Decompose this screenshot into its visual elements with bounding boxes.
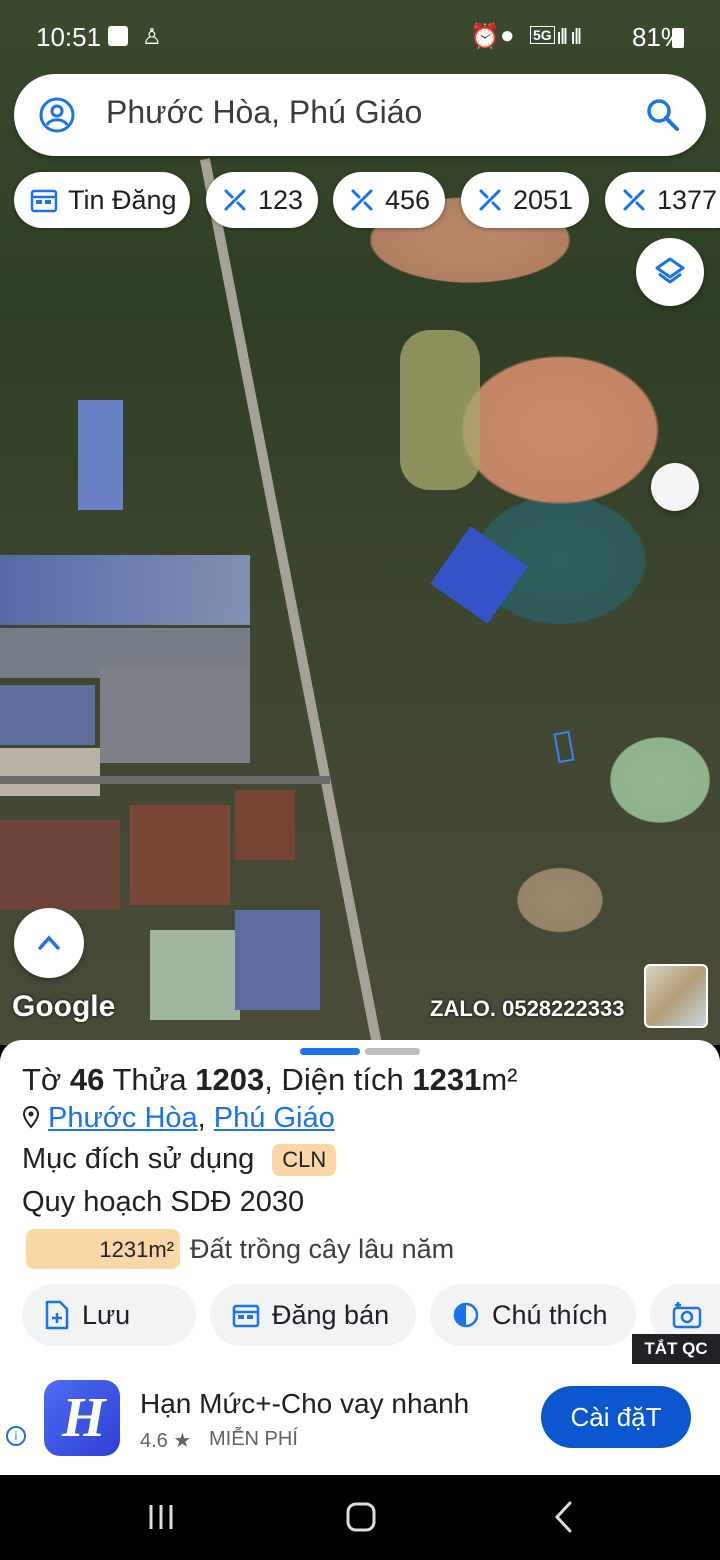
status-bar: 10:51 ♙ ⏰ ● 5G ıll ıll 81%: [0, 0, 720, 72]
chip-456[interactable]: 456: [333, 172, 445, 228]
system-nav-bar: [0, 1476, 720, 1560]
ruler-icon: [224, 189, 246, 211]
search-bar[interactable]: Phước Hòa, Phú Giáo: [14, 74, 706, 156]
chip-label: Tin Đăng: [68, 184, 177, 215]
map-field: [235, 790, 295, 860]
layers-icon: [655, 257, 685, 284]
map-handle-button[interactable]: [651, 463, 699, 511]
chevron-up-icon: [38, 935, 60, 950]
contrast-icon: [453, 1302, 479, 1328]
signal-icon: ıll ıll: [556, 24, 582, 49]
layers-button[interactable]: [636, 238, 704, 306]
search-icon[interactable]: [646, 98, 680, 132]
account-icon[interactable]: [38, 96, 76, 134]
map-field: [130, 805, 230, 905]
parcel-plot-number: 1203: [195, 1062, 265, 1097]
recent-apps-icon[interactable]: [146, 1502, 176, 1532]
notification-app-icon: ♙: [142, 24, 162, 49]
chip-tin-dang[interactable]: Tin Đăng: [14, 172, 190, 228]
post-for-sale-button[interactable]: Đăng bán: [210, 1284, 416, 1346]
land-purpose: Mục đích sử dụng CLN: [22, 1143, 337, 1177]
sheet-handle[interactable]: [365, 1048, 420, 1055]
ad-price: MIỄN PHÍ: [209, 1428, 298, 1450]
map-building: [78, 400, 123, 510]
parcel-sheet-number: 46: [69, 1062, 105, 1097]
district-link[interactable]: Phú Giáo: [214, 1102, 335, 1134]
map-building: [0, 685, 95, 745]
legend-button[interactable]: Chú thích: [430, 1284, 636, 1346]
map-building: [0, 748, 100, 796]
chip-label: 123: [258, 184, 304, 215]
calendar-icon: [232, 1304, 260, 1328]
chip-label: 456: [385, 184, 431, 215]
notification-check-icon: [108, 26, 128, 46]
parcel-title: Tờ 46 Thửa 1203, Diện tích 1231m²: [22, 1062, 518, 1097]
location-pin-icon: [22, 1105, 40, 1129]
google-watermark: Google: [12, 990, 116, 1023]
satellite-map[interactable]: [0, 0, 720, 1045]
hide-ads-button[interactable]: TẮT QC: [632, 1334, 720, 1364]
status-time: 10:51: [36, 22, 102, 52]
ruler-icon: [623, 189, 645, 211]
ruler-icon: [479, 189, 501, 211]
map-road: [0, 776, 330, 784]
ad-banner[interactable]: H Hạn Mức+-Cho vay nhanh 4.6 ★ MIỄN PHÍ …: [0, 1360, 720, 1475]
map-building: [235, 910, 320, 1010]
ward-link[interactable]: Phước Hòa: [48, 1102, 198, 1134]
plan-area-bar: 1231m²: [26, 1229, 180, 1269]
sheet-handle-active[interactable]: [300, 1048, 360, 1055]
chip-label: 2051: [513, 184, 574, 215]
chip-1377[interactable]: 1377: [605, 172, 720, 228]
location-icon: ●: [500, 22, 515, 49]
chip-123[interactable]: 123: [206, 172, 318, 228]
ad-install-button[interactable]: Cài đặT: [541, 1386, 691, 1448]
camera-add-icon: [672, 1302, 702, 1329]
purpose-code-badge: CLN: [272, 1144, 337, 1177]
expand-up-button[interactable]: [14, 908, 84, 978]
map-field: [400, 330, 480, 490]
ruler-icon: [351, 189, 373, 211]
parcel-area: 1231: [412, 1062, 482, 1097]
alarm-icon: ⏰: [470, 23, 500, 50]
zalo-contact: ZALO. 0528222333: [430, 996, 625, 1021]
save-button[interactable]: Lưu: [22, 1284, 196, 1346]
ad-app-name[interactable]: Hạn Mức+-Cho vay nhanh: [140, 1388, 469, 1420]
search-query[interactable]: Phước Hòa, Phú Giáo: [106, 94, 422, 131]
map-building: [100, 668, 250, 763]
map-field: [0, 820, 120, 910]
ad-app-icon[interactable]: H: [44, 1380, 120, 1456]
selected-parcel-outline[interactable]: [553, 730, 575, 764]
h-logo-icon: H: [62, 1387, 106, 1449]
plan-description: Đất trồng cây lâu năm: [190, 1234, 455, 1264]
map-building: [430, 526, 528, 624]
back-icon[interactable]: [552, 1500, 574, 1534]
calendar-icon: [30, 189, 58, 213]
plan-label: Quy hoạch SDĐ 2030: [22, 1186, 305, 1218]
map-building: [150, 930, 240, 1020]
ad-rating: 4.6 ★: [140, 1430, 192, 1452]
map-building: [0, 555, 250, 625]
street-view-thumbnail[interactable]: [644, 964, 708, 1028]
ad-info-icon[interactable]: i: [6, 1426, 26, 1446]
chip-2051[interactable]: 2051: [461, 172, 589, 228]
chip-label: 1377: [657, 184, 718, 215]
add-file-icon: [45, 1300, 69, 1330]
plan-area: 1231m²: [99, 1237, 174, 1262]
network-5g-icon: 5G: [530, 26, 555, 44]
battery-icon: [672, 28, 684, 48]
parcel-location: Phước Hòa, Phú Giáo: [22, 1102, 335, 1135]
home-icon[interactable]: [346, 1501, 376, 1533]
